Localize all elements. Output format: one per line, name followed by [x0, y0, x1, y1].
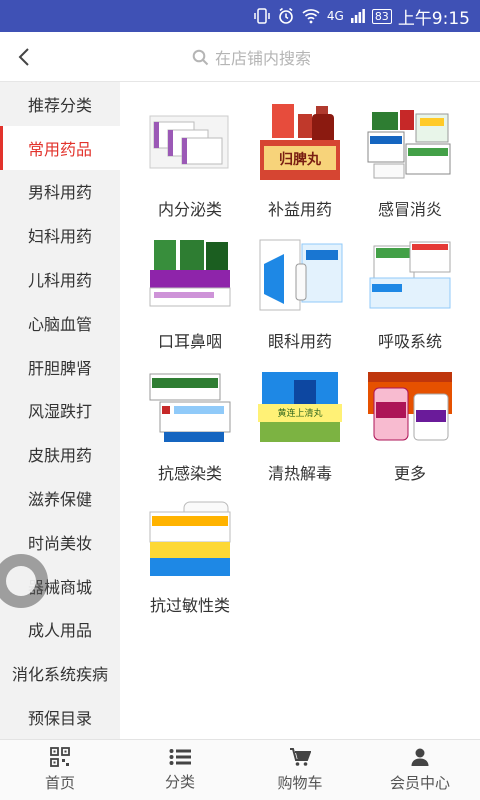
sidebar-item-label: 滋养保健 [27, 490, 92, 510]
sidebar-item-cardio[interactable]: 心脑血管 [0, 301, 120, 345]
category-sidebar: 推荐分类 常用药品 男科用药 妇科用药 儿科用药 心脑血管 肝胆脾肾 风湿跌打 … [0, 82, 120, 739]
sidebar-item-label: 常用药品 [27, 139, 92, 159]
sidebar-item-label: 妇科用药 [27, 227, 92, 247]
category-respiratory[interactable]: 呼吸系统 [355, 234, 465, 352]
sidebar-item-adult[interactable]: 成人用品 [0, 608, 120, 652]
category-label: 更多 [393, 464, 426, 483]
product-image: 黄连上清丸 [254, 366, 346, 448]
category-label: 清热解毒 [267, 464, 332, 483]
product-image [144, 498, 236, 580]
tab-category[interactable]: 分类 [120, 740, 240, 800]
sidebar-item-insurance[interactable]: 预保目录 [0, 695, 120, 739]
tab-label: 首页 [44, 774, 75, 792]
list-icon [169, 749, 191, 765]
sidebar-item-health[interactable]: 滋养保健 [0, 476, 120, 520]
sidebar-item-label: 肝胆脾肾 [27, 358, 92, 378]
category-eye[interactable]: 眼科用药 [245, 234, 355, 352]
sidebar-item-women[interactable]: 妇科用药 [0, 213, 120, 257]
sidebar-item-label: 儿科用药 [27, 271, 92, 291]
category-more[interactable]: 更多 [355, 366, 465, 484]
sidebar-item-label: 男科用药 [27, 183, 92, 203]
category-label: 感冒消炎 [377, 200, 442, 219]
sidebar-item-digestive[interactable]: 消化系统疾病 [0, 651, 120, 695]
search-icon [192, 49, 209, 65]
category-detox[interactable]: 黄连上清丸 清热解毒 [245, 366, 355, 484]
product-image [144, 234, 236, 316]
cart-icon [290, 748, 311, 766]
product-box-text: 归脾丸 [279, 151, 322, 168]
category-label: 抗过敏性类 [149, 596, 230, 615]
category-label: 内分泌类 [157, 200, 222, 219]
tab-member-center[interactable]: 会员中心 [360, 740, 480, 800]
sidebar-item-men[interactable]: 男科用药 [0, 170, 120, 214]
tab-label: 会员中心 [389, 774, 450, 792]
wifi-icon [302, 8, 320, 24]
product-image [364, 234, 456, 316]
category-label: 呼吸系统 [377, 332, 442, 351]
alarm-icon [277, 7, 295, 25]
sidebar-item-label: 时尚美妆 [27, 533, 92, 553]
status-bar: 4G 83 上午9:15 [0, 0, 480, 32]
category-label: 口耳鼻咽 [157, 332, 222, 351]
category-label: 补益用药 [267, 200, 332, 219]
sidebar-item-label: 风湿跌打 [27, 402, 92, 422]
sidebar-item-label: 皮肤用药 [27, 446, 92, 466]
category-grid: 内分泌类 归脾丸 补益用药 感冒消炎 口耳鼻咽 眼科用药 呼吸系统 抗感染类 黄… [120, 82, 480, 739]
category-label: 眼科用药 [267, 332, 332, 351]
search-placeholder: 在店铺内搜索 [215, 49, 312, 68]
clock: 上午9:15 [397, 8, 470, 29]
vibrate-icon [254, 8, 270, 24]
category-ent[interactable]: 口耳鼻咽 [135, 234, 245, 352]
sidebar-item-label: 预保目录 [27, 709, 92, 729]
battery-icon: 83 [371, 8, 392, 24]
product-image [254, 234, 346, 316]
category-cold[interactable]: 感冒消炎 [355, 102, 465, 220]
product-box-text: 黄连上清丸 [277, 407, 322, 419]
category-anti-infection[interactable]: 抗感染类 [135, 366, 245, 484]
chevron-left-icon [18, 47, 29, 66]
network-label: 4G [326, 9, 344, 23]
sidebar-item-recommended[interactable]: 推荐分类 [0, 82, 120, 126]
category-endocrine[interactable]: 内分泌类 [135, 102, 245, 220]
product-image [364, 366, 456, 448]
sidebar-item-liver[interactable]: 肝胆脾肾 [0, 345, 120, 389]
product-image [364, 102, 456, 184]
signal-icon [350, 9, 365, 23]
sidebar-item-common-drugs[interactable]: 常用药品 [0, 125, 120, 170]
tab-cart[interactable]: 购物车 [240, 740, 360, 800]
sidebar-item-skin[interactable]: 皮肤用药 [0, 432, 120, 476]
product-image [144, 102, 236, 184]
tab-label: 分类 [164, 773, 195, 791]
category-tonic[interactable]: 归脾丸 补益用药 [245, 102, 355, 220]
category-anti-allergy[interactable]: 抗过敏性类 [135, 498, 245, 616]
user-icon [411, 748, 429, 766]
back-button[interactable] [0, 32, 48, 82]
sidebar-item-rheumatism[interactable]: 风湿跌打 [0, 389, 120, 433]
sidebar-item-children[interactable]: 儿科用药 [0, 257, 120, 301]
product-image [144, 366, 236, 448]
header: 在店铺内搜索 [0, 32, 480, 82]
sidebar-item-label: 成人用品 [27, 621, 92, 641]
category-label: 抗感染类 [157, 464, 222, 483]
sidebar-item-label: 消化系统疾病 [11, 665, 108, 685]
bottom-tab-bar: 首页 分类 购物车 会员中心 [0, 739, 480, 800]
search-input[interactable]: 在店铺内搜索 [192, 44, 311, 70]
sidebar-item-label: 心脑血管 [27, 314, 92, 334]
tab-home[interactable]: 首页 [0, 740, 120, 800]
sidebar-item-label: 推荐分类 [27, 95, 92, 115]
product-image: 归脾丸 [254, 102, 346, 184]
qr-icon [50, 747, 70, 767]
tab-label: 购物车 [277, 774, 323, 792]
